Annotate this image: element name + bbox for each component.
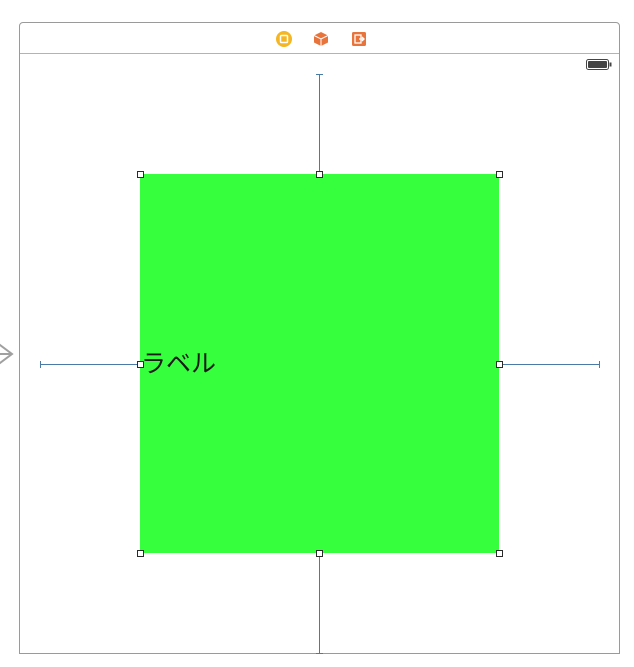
resize-handle-top-right[interactable] — [496, 171, 503, 178]
resize-handle-top[interactable] — [316, 171, 323, 178]
label[interactable]: ラベル — [141, 345, 216, 383]
resize-handle-bottom[interactable] — [316, 550, 323, 557]
scene-dock — [20, 23, 619, 54]
storyboard-entry-arrow-icon[interactable] — [0, 340, 20, 368]
first-responder-icon[interactable] — [312, 30, 330, 48]
resize-handle-bottom-right[interactable] — [496, 550, 503, 557]
exit-icon[interactable] — [350, 30, 368, 48]
storyboard-canvas: ラベル — [0, 0, 634, 667]
battery-icon — [586, 59, 612, 70]
resize-handle-left[interactable] — [137, 361, 144, 368]
resize-handle-right[interactable] — [496, 361, 503, 368]
view-controller-icon[interactable] — [275, 30, 293, 48]
resize-handle-bottom-left[interactable] — [137, 550, 144, 557]
resize-handle-top-left[interactable] — [137, 171, 144, 178]
